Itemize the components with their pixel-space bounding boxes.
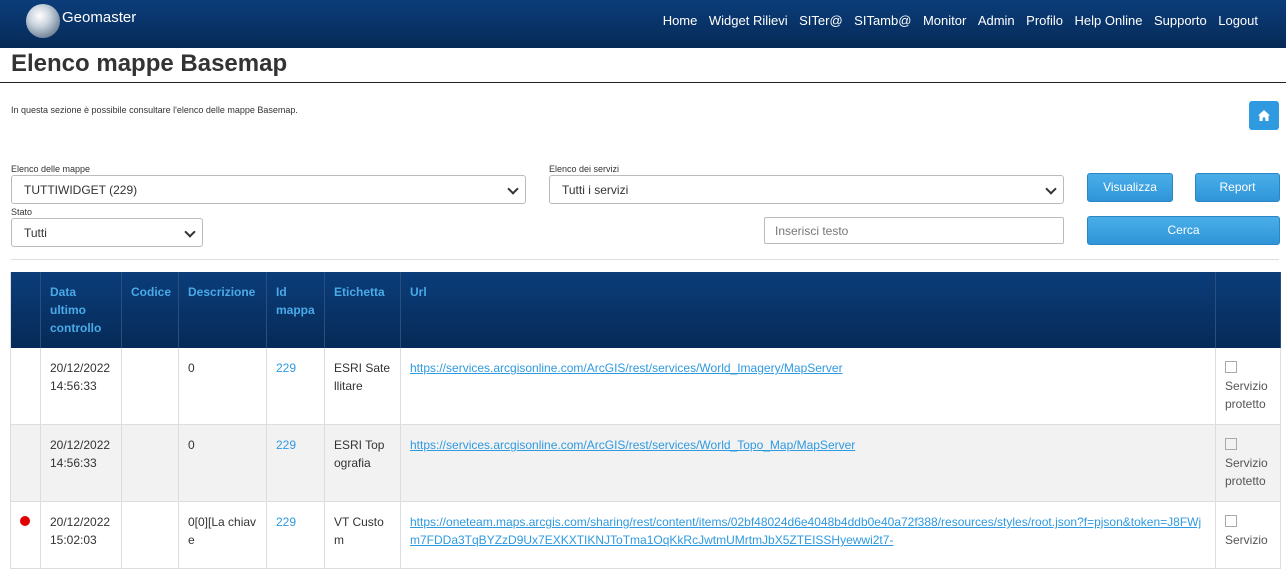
nav-help-online[interactable]: Help Online <box>1075 13 1143 28</box>
status-cell <box>10 501 41 569</box>
home-button[interactable] <box>1249 101 1279 130</box>
col-id[interactable]: Id mappa <box>266 272 325 348</box>
id-link[interactable]: 229 <box>266 424 325 502</box>
report-button[interactable]: Report <box>1195 173 1280 202</box>
col-date[interactable]: Data ultimo controllo <box>40 272 122 348</box>
image-cell: Servizio protetto <box>1215 348 1281 425</box>
maps-label: Elenco delle mappe <box>11 164 91 174</box>
url-link[interactable]: https://services.arcgisonline.com/ArcGIS… <box>410 361 843 375</box>
section-divider <box>11 259 1279 260</box>
label-cell: VT Custom <box>324 501 401 569</box>
nav-siter[interactable]: SITer@ <box>799 13 843 28</box>
chevron-down-icon <box>507 183 519 195</box>
home-icon <box>1258 110 1270 121</box>
col-image <box>1215 272 1281 348</box>
url-cell: https://services.arcgisonline.com/ArcGIS… <box>400 424 1216 502</box>
description-cell: 0[0][La chiave <box>178 501 267 569</box>
code-cell <box>121 501 179 569</box>
nav-supporto[interactable]: Supporto <box>1154 13 1207 28</box>
title-divider <box>0 82 1286 83</box>
url-link[interactable]: https://oneteam.maps.arcgis.com/sharing/… <box>410 515 1201 547</box>
table-row: 20/12/2022 14:56:33 0 229 ESRI Topografi… <box>10 424 1281 502</box>
view-button[interactable]: Visualizza <box>1087 173 1173 202</box>
col-description[interactable]: Descrizione <box>178 272 267 348</box>
search-button[interactable]: Cerca <box>1087 216 1280 245</box>
brand-name[interactable]: Geomaster <box>62 9 136 26</box>
nav-monitor[interactable]: Monitor <box>923 13 966 28</box>
id-link[interactable]: 229 <box>266 348 325 425</box>
maps-select[interactable]: TUTTIWIDGET (229) <box>11 175 526 204</box>
nav-admin[interactable]: Admin <box>978 13 1015 28</box>
nav-profilo[interactable]: Profilo <box>1026 13 1063 28</box>
date-cell: 20/12/2022 14:56:33 <box>40 424 122 502</box>
broken-image-icon <box>1225 515 1237 527</box>
top-navbar: Geomaster Home Widget Rilievi SITer@ SIT… <box>0 0 1286 48</box>
broken-image-icon <box>1225 438 1237 450</box>
image-alt-text: Servizio protetto <box>1225 456 1268 488</box>
chevron-down-icon <box>184 226 196 238</box>
services-label: Elenco dei servizi <box>549 164 620 174</box>
image-cell: Servizio protetto <box>1215 424 1281 502</box>
search-placeholder: Inserisci testo <box>775 224 849 238</box>
code-cell <box>121 348 179 425</box>
nav-sitamb[interactable]: SITamb@ <box>854 13 911 28</box>
state-label: Stato <box>11 207 33 217</box>
chevron-down-icon <box>1045 183 1057 195</box>
description-cell: 0 <box>178 424 267 502</box>
status-cell <box>10 348 41 425</box>
image-cell: Servizio <box>1215 501 1281 569</box>
maps-select-value: TUTTIWIDGET (229) <box>24 183 138 197</box>
label-cell: ESRI Satellitare <box>324 348 401 425</box>
col-code[interactable]: Codice <box>121 272 179 348</box>
image-alt-text: Servizio protetto <box>1225 379 1268 411</box>
description-cell: 0 <box>178 348 267 425</box>
table-header-row: Data ultimo controllo Codice Descrizione… <box>10 272 1281 348</box>
col-label[interactable]: Etichetta <box>324 272 401 348</box>
date-cell: 20/12/2022 14:56:33 <box>40 348 122 425</box>
state-select[interactable]: Tutti <box>11 218 203 247</box>
status-cell <box>10 424 41 502</box>
col-url[interactable]: Url <box>400 272 1216 348</box>
url-cell: https://oneteam.maps.arcgis.com/sharing/… <box>400 501 1216 569</box>
nav-home[interactable]: Home <box>663 13 698 28</box>
basemap-table: Data ultimo controllo Codice Descrizione… <box>10 272 1281 569</box>
url-link[interactable]: https://services.arcgisonline.com/ArcGIS… <box>410 438 855 452</box>
nav-widget-rilievi[interactable]: Widget Rilievi <box>709 13 788 28</box>
broken-image-icon <box>1225 361 1237 373</box>
label-cell: ESRI Topografia <box>324 424 401 502</box>
id-link[interactable]: 229 <box>266 501 325 569</box>
table-row: 20/12/2022 14:56:33 0 229 ESRI Satellita… <box>10 348 1281 425</box>
services-select-value: Tutti i servizi <box>562 183 629 197</box>
url-cell: https://services.arcgisonline.com/ArcGIS… <box>400 348 1216 425</box>
state-select-value: Tutti <box>24 226 47 240</box>
date-cell: 20/12/2022 15:02:03 <box>40 501 122 569</box>
col-status <box>10 272 41 348</box>
globe-logo-icon[interactable] <box>26 4 60 38</box>
image-alt-text: Servizio <box>1225 533 1268 547</box>
nav-logout[interactable]: Logout <box>1218 13 1258 28</box>
search-input[interactable]: Inserisci testo <box>764 217 1064 244</box>
services-select[interactable]: Tutti i servizi <box>549 175 1064 204</box>
main-nav: Home Widget Rilievi SITer@ SITamb@ Monit… <box>651 13 1258 28</box>
code-cell <box>121 424 179 502</box>
intro-text: In questa sezione è possibile consultare… <box>11 105 298 115</box>
table-row: 20/12/2022 15:02:03 0[0][La chiave 229 V… <box>10 501 1281 569</box>
page-title: Elenco mappe Basemap <box>11 50 288 77</box>
